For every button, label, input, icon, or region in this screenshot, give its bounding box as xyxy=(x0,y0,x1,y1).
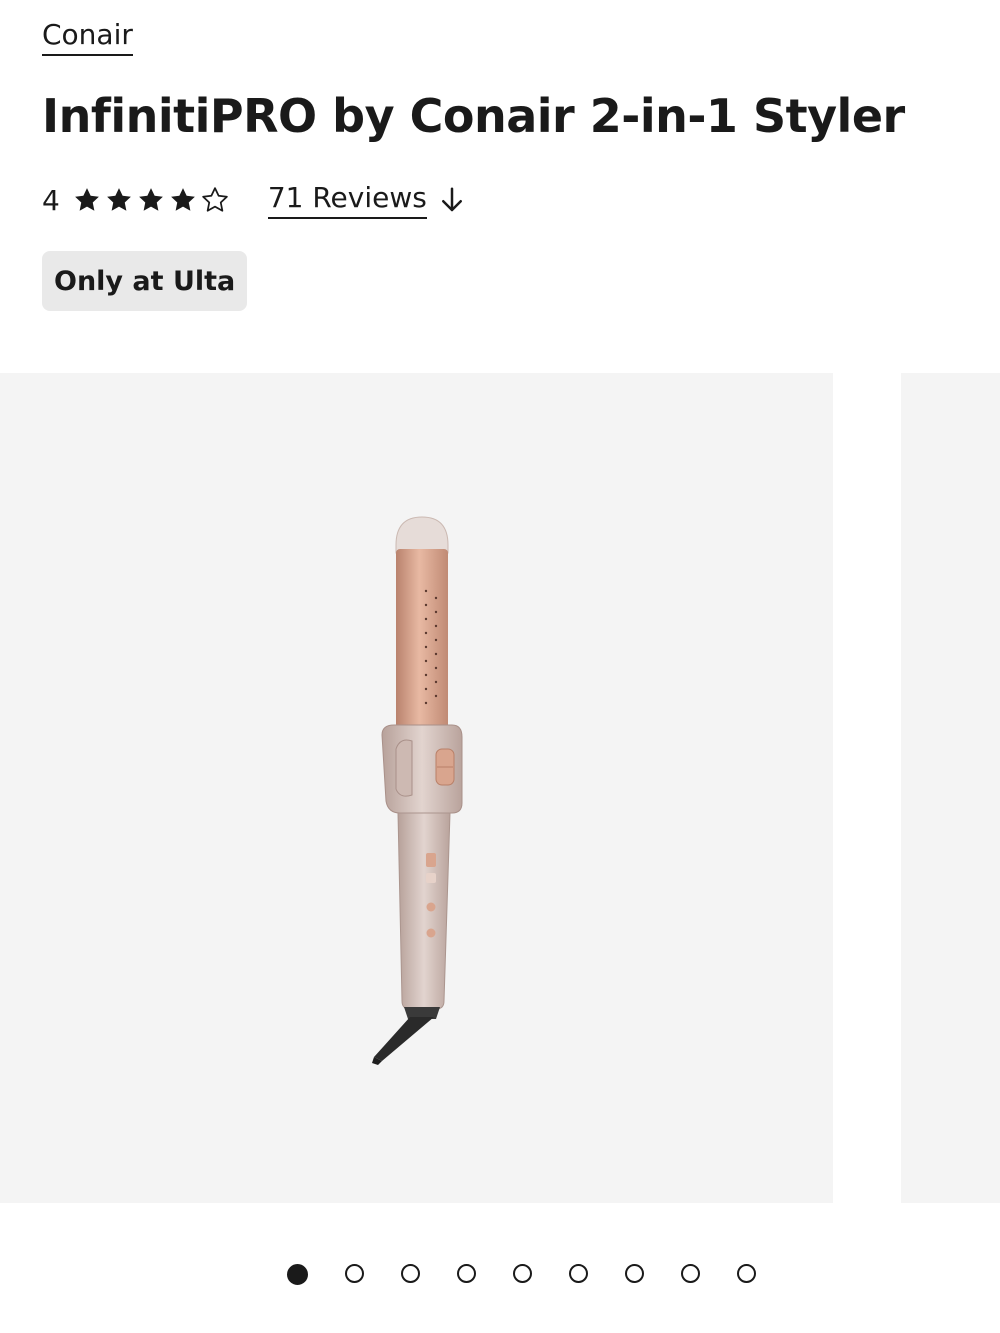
carousel-dot-4[interactable] xyxy=(456,1264,476,1283)
carousel-dot-9[interactable] xyxy=(736,1264,756,1283)
star-filled-icon xyxy=(74,188,99,211)
brand-link[interactable]: Conair xyxy=(42,18,133,56)
carousel-dot-6[interactable] xyxy=(568,1264,588,1283)
star-outline-icon xyxy=(202,187,228,212)
star-rating xyxy=(72,185,230,215)
star-filled-icon xyxy=(106,188,131,211)
reviews-count-label: 71 Reviews xyxy=(267,181,427,219)
arrow-down-icon xyxy=(441,187,462,212)
carousel-dot-7[interactable] xyxy=(624,1264,644,1283)
carousel-pagination xyxy=(0,1264,1000,1290)
rating-value: 4 xyxy=(42,183,60,217)
carousel-dot-2[interactable] xyxy=(344,1264,364,1283)
exclusive-badge: Only at Ulta xyxy=(42,251,248,311)
rating-row: 4 71 Reviews xyxy=(42,178,467,222)
product-title: InfinitiPRO by Conair 2-in-1 Styler xyxy=(42,89,905,143)
star-filled-icon xyxy=(138,188,163,211)
carousel-dot-8[interactable] xyxy=(680,1264,700,1283)
carousel-dot-5[interactable] xyxy=(512,1264,532,1283)
carousel-slide-next[interactable] xyxy=(901,373,1000,1203)
carousel-dot-3[interactable] xyxy=(400,1264,420,1283)
carousel-dot-1[interactable] xyxy=(286,1264,308,1285)
product-image-carousel[interactable] xyxy=(0,373,1000,1203)
product-image xyxy=(372,516,463,1065)
reviews-link[interactable]: 71 Reviews xyxy=(267,181,467,219)
star-filled-icon xyxy=(170,188,195,211)
carousel-slide-active[interactable] xyxy=(0,373,833,1203)
